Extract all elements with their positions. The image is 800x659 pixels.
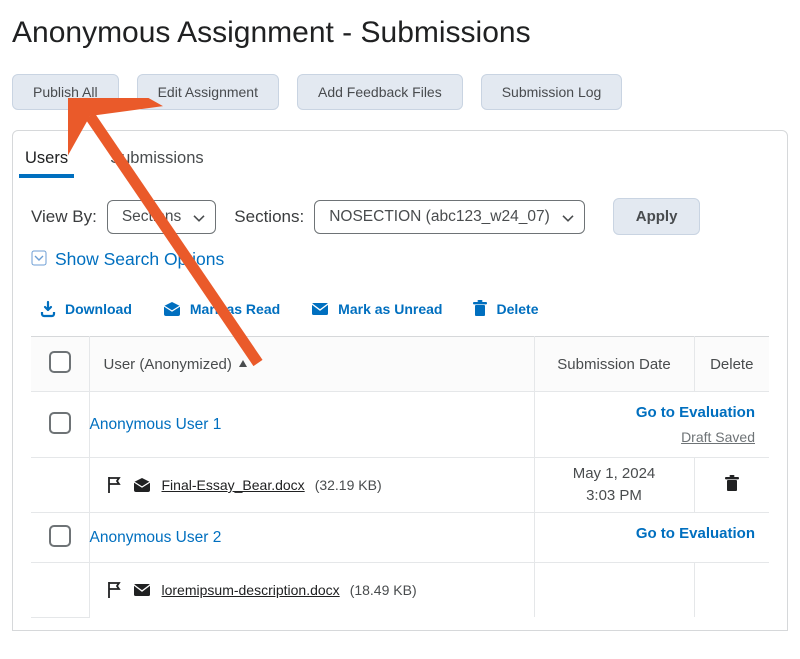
chevron-down-icon <box>193 209 205 227</box>
header-user: User (Anonymized) <box>89 337 534 392</box>
row-checkbox[interactable] <box>49 412 71 434</box>
main-panel: Users Submissions View By: Sections Sect… <box>12 130 788 631</box>
action-button-row: Publish All Edit Assignment Add Feedback… <box>12 74 788 110</box>
table-file-row: Final-Essay_Bear.docx (32.19 KB) May 1, … <box>31 458 769 513</box>
page-title: Anonymous Assignment - Submissions <box>12 16 788 50</box>
show-search-options-link[interactable]: Show Search Options <box>55 249 224 270</box>
header-date: Submission Date <box>534 337 694 392</box>
table-row: Anonymous User 1 Go to Evaluation Draft … <box>31 392 769 458</box>
go-to-evaluation-link[interactable]: Go to Evaluation <box>549 404 756 421</box>
view-by-label: View By: <box>31 207 97 227</box>
sections-value: NOSECTION (abc123_w24_07) <box>329 208 550 226</box>
submissions-table: User (Anonymized) Submission Date Delete… <box>31 336 769 618</box>
delete-row-button[interactable] <box>724 475 740 493</box>
flag-icon <box>106 581 122 599</box>
submission-log-button[interactable]: Submission Log <box>481 74 623 110</box>
trash-icon <box>724 475 740 493</box>
add-feedback-files-button[interactable]: Add Feedback Files <box>297 74 463 110</box>
user-link[interactable]: Anonymous User 1 <box>90 416 222 433</box>
table-row: Anonymous User 2 Go to Evaluation <box>31 513 769 563</box>
envelope-icon <box>310 301 330 317</box>
publish-all-button[interactable]: Publish All <box>12 74 119 110</box>
flag-icon <box>106 476 122 494</box>
edit-assignment-button[interactable]: Edit Assignment <box>137 74 279 110</box>
tab-users[interactable]: Users <box>19 145 74 178</box>
header-checkbox-cell <box>31 337 89 392</box>
delete-action[interactable]: Delete <box>472 300 538 318</box>
submission-date: May 1, 2024 3:03 PM <box>535 463 694 508</box>
select-all-checkbox[interactable] <box>49 351 71 373</box>
tab-strip: Users Submissions <box>19 131 769 178</box>
chevron-down-icon <box>562 209 574 227</box>
go-to-evaluation-link[interactable]: Go to Evaluation <box>549 525 756 542</box>
file-size: (32.19 KB) <box>315 477 382 493</box>
view-by-value: Sections <box>122 208 181 226</box>
draft-saved-label: Draft Saved <box>681 429 755 445</box>
filter-row: View By: Sections Sections: NOSECTION (a… <box>31 198 769 235</box>
download-icon <box>39 300 57 318</box>
header-delete: Delete <box>694 337 769 392</box>
search-options-row: Show Search Options <box>31 249 769 270</box>
sort-user-button[interactable]: User (Anonymized) <box>104 356 248 373</box>
mark-unread-action[interactable]: Mark as Unread <box>310 300 442 318</box>
file-link[interactable]: Final-Essay_Bear.docx <box>162 477 305 493</box>
envelope-open-icon <box>132 477 152 493</box>
envelope-icon <box>132 582 152 598</box>
download-action[interactable]: Download <box>39 300 132 318</box>
user-link[interactable]: Anonymous User 2 <box>90 529 222 546</box>
table-file-row: loremipsum-description.docx (18.49 KB) <box>31 563 769 618</box>
sections-select[interactable]: NOSECTION (abc123_w24_07) <box>314 200 585 234</box>
expand-icon[interactable] <box>31 250 47 269</box>
file-link[interactable]: loremipsum-description.docx <box>162 582 340 598</box>
row-checkbox[interactable] <box>49 525 71 547</box>
apply-button[interactable]: Apply <box>613 198 701 235</box>
view-by-select[interactable]: Sections <box>107 200 216 234</box>
mark-read-action[interactable]: Mark as Read <box>162 300 280 318</box>
sort-asc-icon <box>238 359 248 369</box>
tab-submissions[interactable]: Submissions <box>104 145 210 178</box>
bulk-actions-row: Download Mark as Read Mark as Unread Del… <box>31 300 769 318</box>
trash-icon <box>472 300 488 318</box>
sections-label: Sections: <box>234 207 304 227</box>
envelope-open-icon <box>162 301 182 317</box>
file-size: (18.49 KB) <box>350 582 417 598</box>
